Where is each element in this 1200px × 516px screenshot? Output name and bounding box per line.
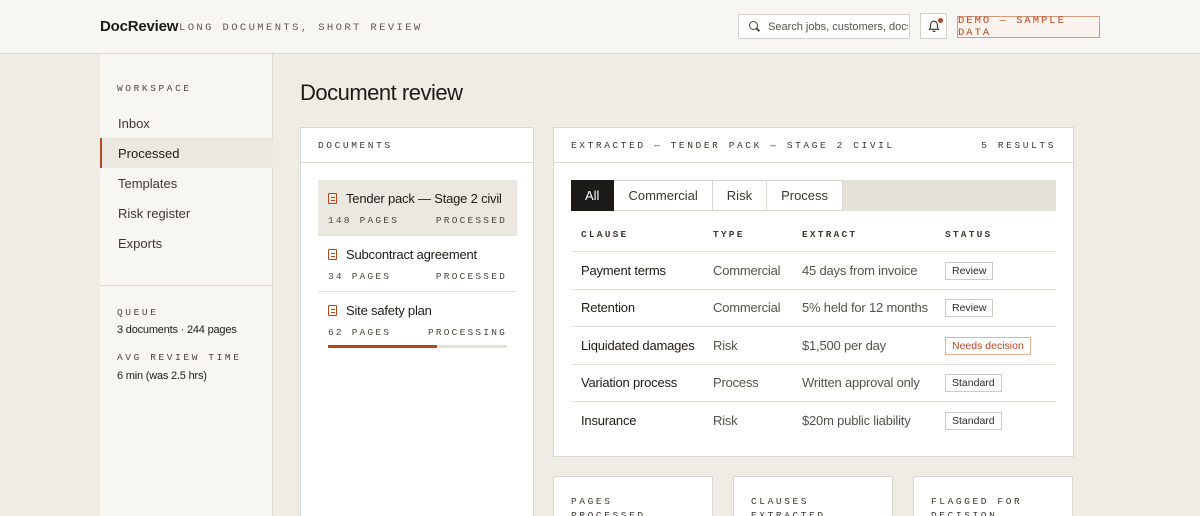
document-icon [328,193,337,204]
status-badge[interactable]: Standard [945,374,1002,393]
clauses-table: Clause Type Extract Status Payment terms… [571,218,1056,440]
type-cell: Process [713,375,759,391]
stat-label: Flagged for decision [931,496,1023,516]
stat-card-clauses-extracted: Clauses extracted [733,476,893,516]
document-list: Tender pack — Stage 2 civil 148 pages Pr… [318,180,517,356]
clause-cell: Retention [581,300,635,316]
extract-cell: Written approval only [802,375,920,391]
document-pages: 62 pages [328,327,392,338]
sidebar-divider [100,285,273,286]
extract-cell: 45 days from invoice [802,262,918,278]
stat-label: Clauses extracted [751,496,826,516]
column-header-status[interactable]: Status [945,229,1056,240]
sidebar-heading: Workspace [117,83,192,94]
document-status: Processing [427,327,507,338]
brand-tagline: Long documents, short review [179,22,423,34]
stat-label: Pages processed [571,496,646,516]
document-item-site-safety[interactable]: Site safety plan 62 pages Processing [318,292,517,348]
column-header-extract[interactable]: Extract [802,229,945,240]
sidebar-nav: Inbox Processed Templates Risk register … [100,108,273,258]
clause-cell: Liquidated damages [581,337,695,353]
search-input[interactable] [768,20,908,33]
tab-risk[interactable]: Risk [712,180,768,211]
clause-cell: Insurance [581,413,637,429]
table-header: Clause Type Extract Status [571,218,1056,252]
notification-dot [938,18,943,23]
type-cell: Commercial [713,262,781,278]
table-row[interactable]: Insurance Risk $20m public liability Sta… [571,402,1056,440]
results-count: 5 results [981,139,1056,151]
document-pages: 34 pages [328,271,392,282]
stat-card-flagged: Flagged for decision [913,476,1073,516]
demo-badge: Demo — sample data [957,15,1100,39]
document-item-subcontract[interactable]: Subcontract agreement 34 pages Processed [318,236,517,292]
sidebar-item-risk-register[interactable]: Risk register [100,198,273,228]
sidebar-item-processed[interactable]: Processed [100,138,273,168]
document-item-tender-pack[interactable]: Tender pack — Stage 2 civil 148 pages Pr… [318,180,517,236]
search-box[interactable] [738,14,910,39]
documents-heading: Documents [318,139,393,151]
document-name: Site safety plan [346,303,432,318]
avg-review-value: 6 min (was 2.5 hrs) [117,370,207,382]
table-row[interactable]: Liquidated damages Risk $1,500 per day N… [571,327,1056,365]
clause-cell: Variation process [581,375,678,391]
extract-cell: $20m public liability [802,413,911,429]
stat-card-pages-processed: Pages processed [553,476,713,516]
type-cell: Risk [713,413,738,429]
extract-cell: $1,500 per day [802,337,886,353]
queue-label: Queue [117,307,159,318]
sidebar-item-exports[interactable]: Exports [100,228,273,258]
table-row[interactable]: Retention Commercial 5% held for 12 mont… [571,290,1056,327]
status-badge[interactable]: Review [945,261,994,280]
table-row[interactable]: Variation process Process Written approv… [571,365,1056,402]
document-icon [328,305,337,316]
column-header-type[interactable]: Type [713,229,802,240]
tab-all[interactable]: All [571,180,615,211]
processing-progress-bar [328,345,507,348]
document-icon [328,249,337,260]
extracted-panel-header: Extracted — Tender pack — Stage 2 civil … [554,128,1073,163]
status-badge[interactable]: Standard [945,412,1002,431]
top-bar: DocReview Long documents, short review D… [0,0,1200,54]
extracted-heading: Extracted — Tender pack — Stage 2 civil [571,139,895,151]
avg-review-label: Avg review time [117,352,242,363]
document-name: Tender pack — Stage 2 civil [346,191,502,206]
filter-tabs: All Commercial Risk Process [571,180,1056,211]
document-status: Processed [435,271,507,282]
tab-process[interactable]: Process [767,180,844,211]
queue-value: 3 documents · 244 pages [117,324,237,336]
documents-panel-header: Documents [301,128,533,163]
extract-cell: 5% held for 12 months [802,300,928,316]
type-cell: Risk [713,337,738,353]
sidebar-item-templates[interactable]: Templates [100,168,273,198]
document-status: Processed [435,215,507,226]
clause-cell: Payment terms [581,262,666,278]
column-header-clause[interactable]: Clause [571,229,713,240]
status-badge[interactable]: Review [945,299,994,318]
brand-logo[interactable]: DocReview [100,18,178,35]
processing-progress-fill [328,345,438,348]
sidebar-item-inbox[interactable]: Inbox [100,108,273,138]
sidebar: Workspace Inbox Processed Templates Risk… [100,54,273,516]
extracted-panel: Extracted — Tender pack — Stage 2 civil … [553,127,1074,457]
tab-commercial[interactable]: Commercial [614,180,713,211]
document-name: Subcontract agreement [346,247,477,262]
table-row[interactable]: Payment terms Commercial 45 days from in… [571,252,1056,290]
type-cell: Commercial [713,300,781,316]
search-icon [749,21,760,32]
documents-panel: Documents Tender pack — Stage 2 civil 14… [300,127,534,516]
page-title: Document review [300,80,463,105]
status-badge[interactable]: Needs decision [945,336,1031,355]
notifications-button[interactable] [920,13,947,39]
document-pages: 148 pages [328,215,400,226]
